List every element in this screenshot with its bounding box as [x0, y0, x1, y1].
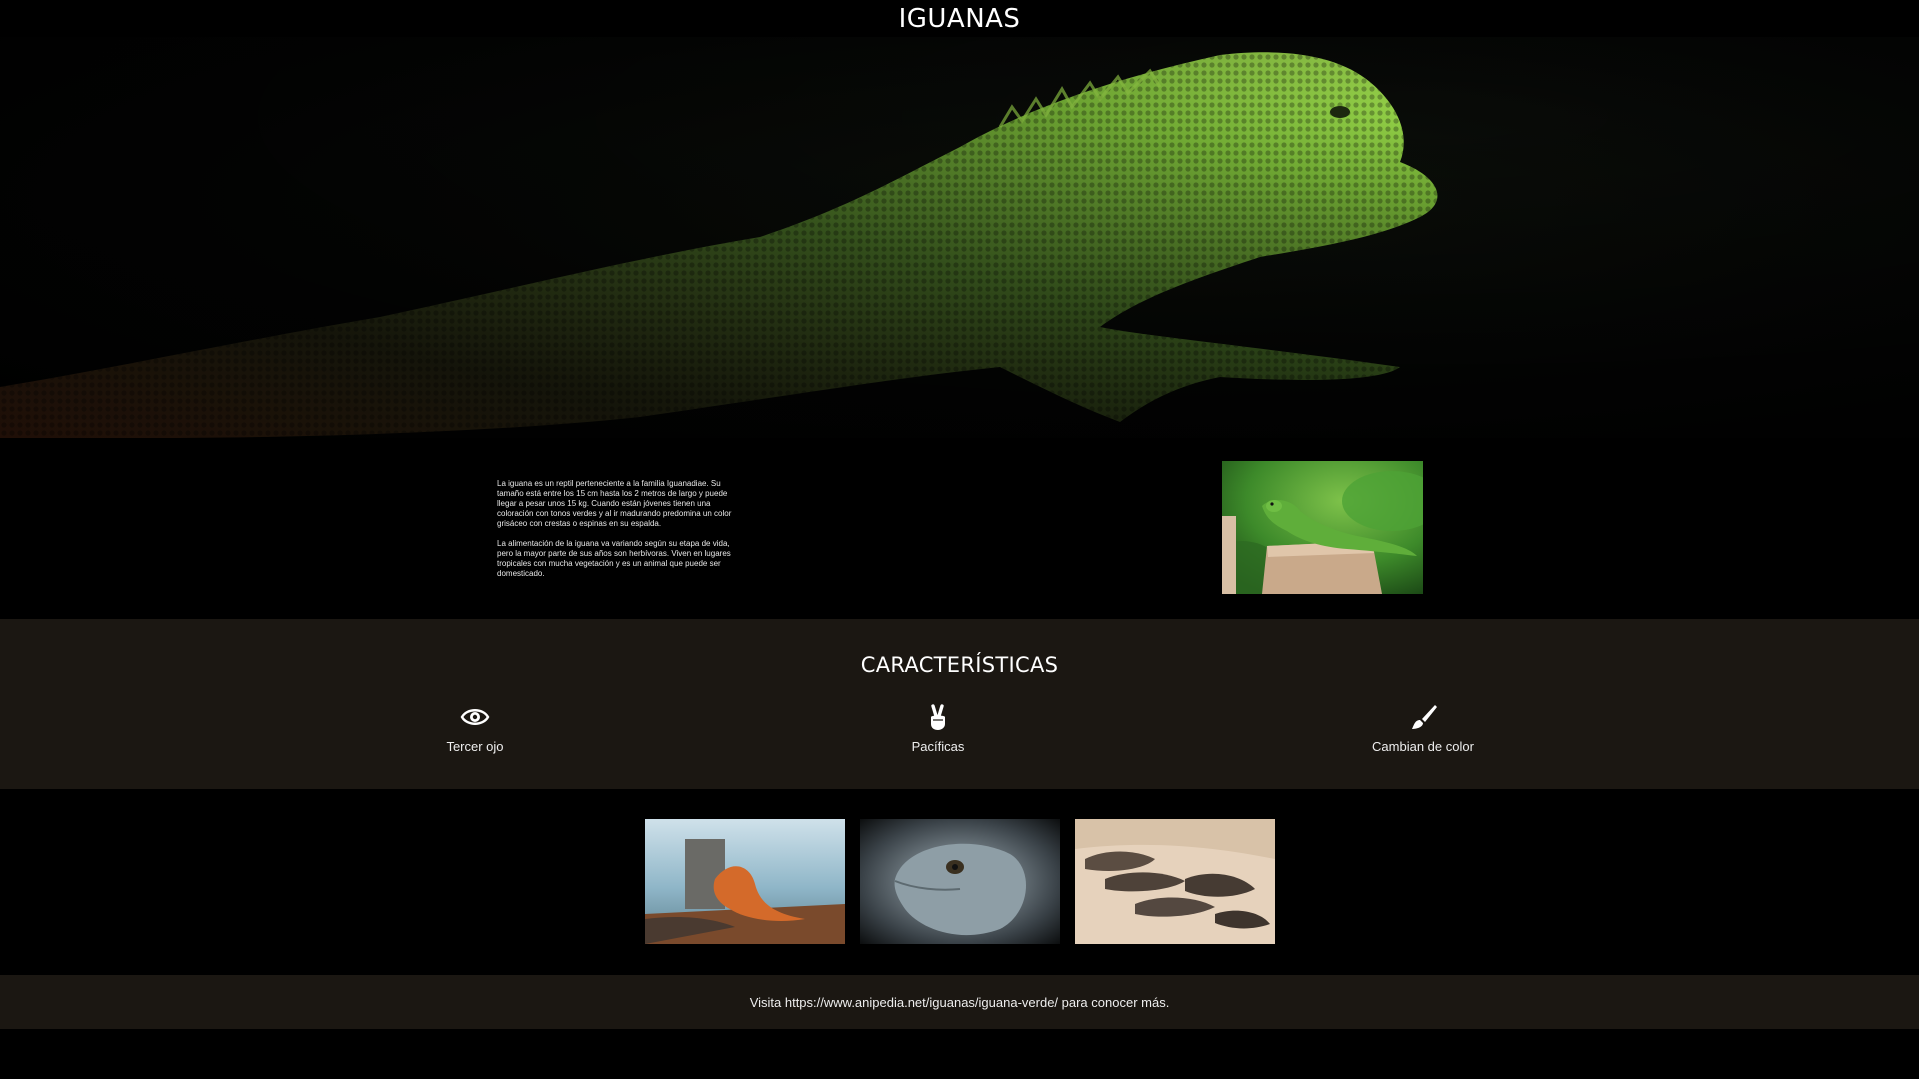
green-iguana-image [1222, 461, 1423, 594]
photo-gallery [0, 789, 1919, 975]
intro-paragraph: La alimentación de la iguana va variando… [497, 539, 731, 578]
gallery-image-iguana-group [1075, 819, 1275, 944]
iguana-group-image [1075, 819, 1275, 944]
characteristics-title: CARACTERÍSTICAS [860, 653, 1059, 677]
feature-label: Tercer ojo [446, 739, 504, 754]
page-footer: Visita https://www.anipedia.net/iguanas/… [0, 975, 1919, 1029]
page-bottom [0, 1029, 1919, 1079]
feature-peaceful: Pacíficas [838, 703, 1038, 754]
feature-label: Pacíficas [911, 739, 965, 754]
intro-paragraph: La iguana es un reptil perteneciente a l… [497, 479, 732, 528]
feature-label: Cambian de color [1372, 739, 1474, 754]
hero-image [0, 37, 1919, 438]
page-title: IGUANAS [898, 3, 1021, 34]
intro-text: La iguana es un reptil perteneciente a l… [497, 479, 743, 589]
feature-third-eye: Tercer ojo [375, 703, 575, 754]
paintbrush-icon [1412, 705, 1437, 729]
orange-iguana-image [645, 819, 845, 944]
footer-text: Visita https://www.anipedia.net/iguanas/… [749, 994, 1170, 1010]
feature-color-change: Cambian de color [1323, 703, 1523, 754]
hero-iguana-illustration [0, 37, 1919, 438]
gallery-image-orange-iguana [645, 819, 845, 944]
green-iguana-photo [1222, 461, 1423, 594]
eye-icon [460, 709, 490, 725]
peace-hand-icon [931, 704, 945, 730]
page-header: IGUANAS [0, 0, 1919, 37]
intro-section: La iguana es un reptil perteneciente a l… [0, 438, 1919, 619]
iguana-head-image [860, 819, 1060, 944]
gallery-image-iguana-head [860, 819, 1060, 944]
characteristics-section: CARACTERÍSTICAS Tercer ojo Pacíficas Cam… [0, 619, 1919, 789]
